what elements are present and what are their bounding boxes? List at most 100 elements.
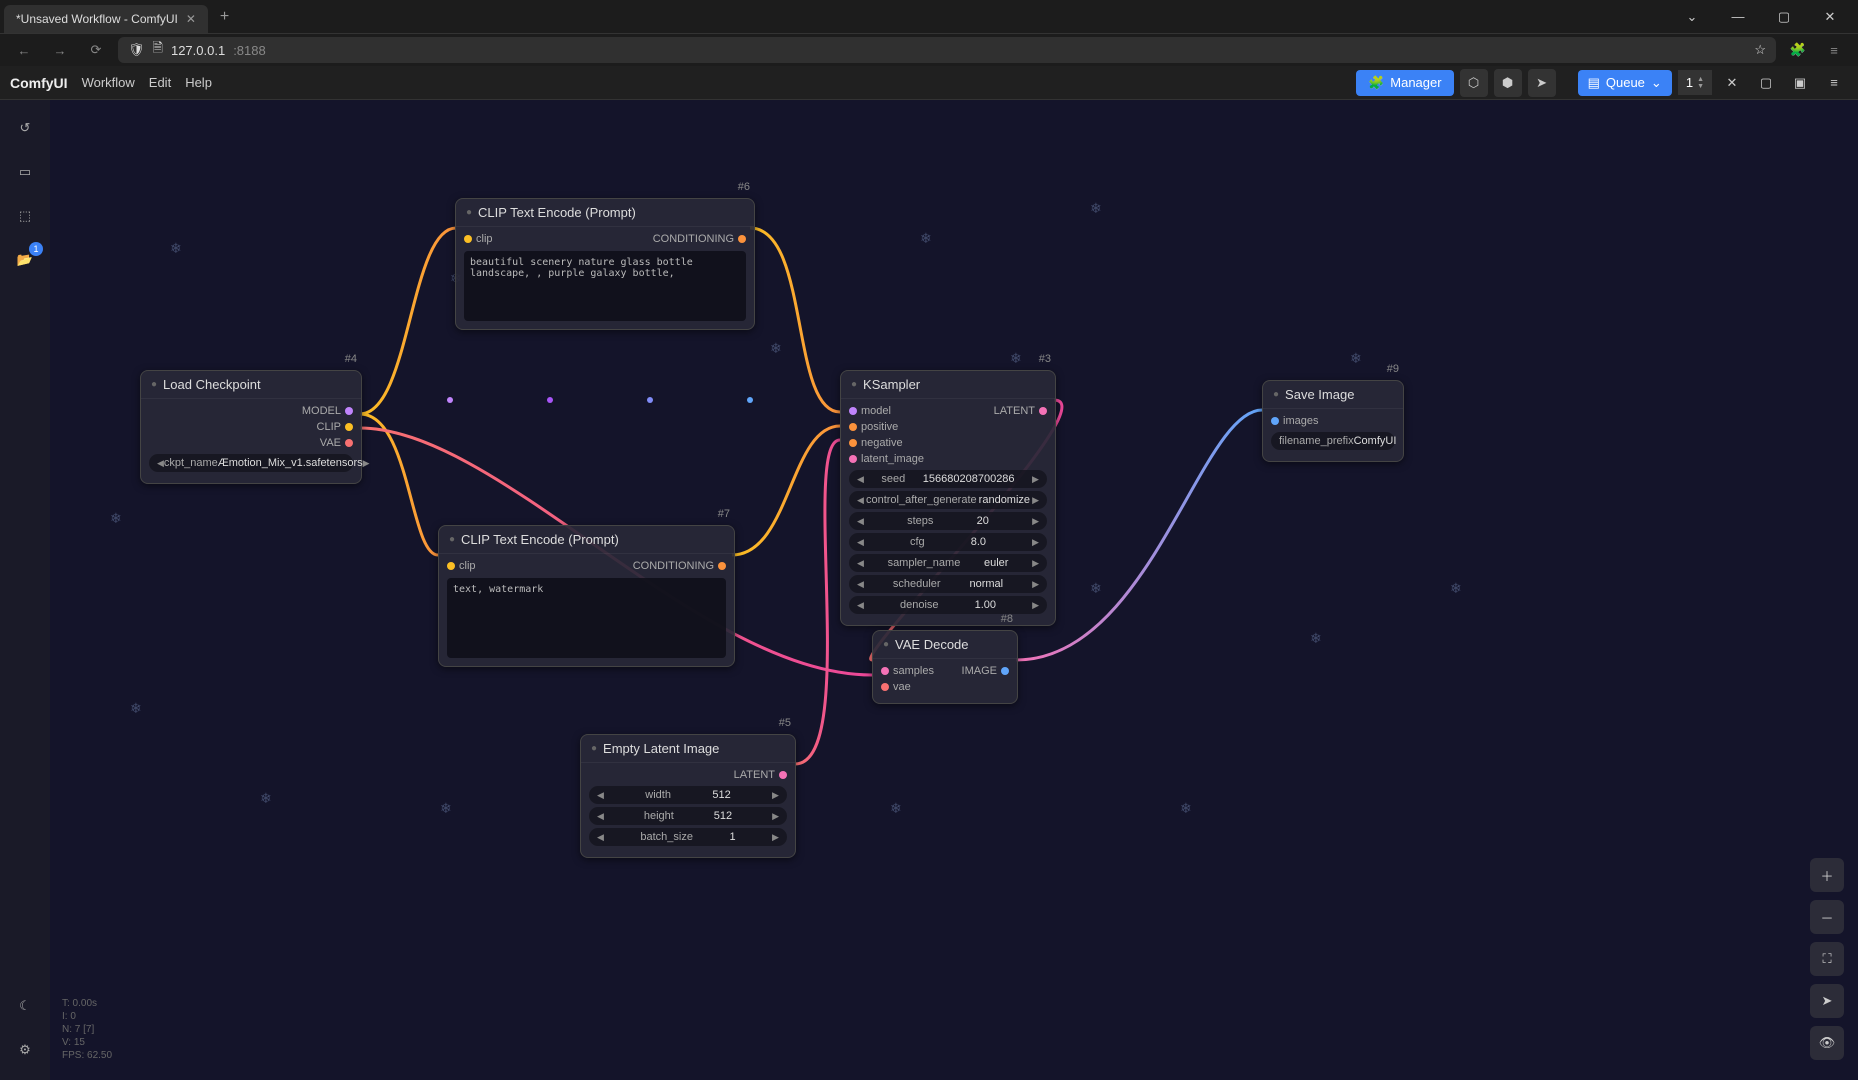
stat-n: N: 7 [7] [62, 1023, 112, 1036]
denoise-widget[interactable]: ◀denoise1.00▶ [849, 596, 1047, 614]
node-header[interactable]: ●KSampler [841, 371, 1055, 399]
stat-v: V: 15 [62, 1036, 112, 1049]
menu-workflow[interactable]: Workflow [82, 75, 135, 90]
node-header[interactable]: ●Save Image [1263, 381, 1403, 409]
zoom-in-button[interactable]: ＋ [1810, 858, 1844, 892]
tab-close-icon[interactable]: ✕ [186, 12, 196, 26]
shield-icon: 🛡 [128, 42, 145, 58]
queue-button[interactable]: ▤ Queue ⌄ [1578, 70, 1672, 96]
width-widget[interactable]: ◀width512▶ [589, 786, 787, 804]
queue-label: Queue [1606, 75, 1645, 90]
spin-down-icon[interactable]: ▼ [1697, 83, 1704, 90]
sampler-name-widget[interactable]: ◀sampler_nameeuler▶ [849, 554, 1047, 572]
node-id: #6 [738, 181, 750, 193]
theme-icon[interactable]: ☾ [13, 994, 37, 1018]
folder-icon[interactable]: 📂1 [13, 248, 37, 272]
node-vae-decode[interactable]: #8 ●VAE Decode samplesIMAGE vae [872, 630, 1018, 704]
node-header[interactable]: ●Empty Latent Image [581, 735, 795, 763]
height-widget[interactable]: ◀height512▶ [589, 807, 787, 825]
eye-icon[interactable]: 👁 [1810, 1026, 1844, 1060]
reload-button[interactable]: ⟳ [82, 36, 110, 64]
url-host: 127.0.0.1 [171, 43, 225, 58]
node-id: #4 [345, 353, 357, 365]
stat-t: T: 0.00s [62, 997, 112, 1010]
queue-count[interactable]: 1 ▲▼ [1678, 70, 1712, 95]
prompt-text-input[interactable]: text, watermark [447, 578, 726, 658]
node-id: #5 [779, 717, 791, 729]
url-bar: ← → ⟳ 🛡 🗎 127.0.0.1 :8188 ☆ 🧩 ≡ [0, 33, 1858, 66]
scheduler-widget[interactable]: ◀schedulernormal▶ [849, 575, 1047, 593]
seed-widget[interactable]: ◀seed156680208700286▶ [849, 470, 1047, 488]
app-menu-icon[interactable]: ≡ [1820, 36, 1848, 64]
new-tab-button[interactable]: + [208, 8, 241, 26]
menu-help[interactable]: Help [185, 75, 212, 90]
canvas-area[interactable]: ↺ ▭ ⬚ 📂1 ☾ ⚙ T: 0.00s I: 0 N: 7 [7] V: 1… [0, 100, 1858, 1080]
tabs-dropdown-icon[interactable]: ⌄ [1672, 0, 1712, 33]
browser-tab[interactable]: *Unsaved Workflow - ComfyUI ✕ [4, 5, 208, 33]
control-after-generate-widget[interactable]: ◀control_after_generaterandomize▶ [849, 491, 1047, 509]
fit-view-button[interactable]: ⛶ [1810, 942, 1844, 976]
share-icon[interactable]: ➤ [1528, 69, 1556, 97]
folder-badge: 1 [29, 242, 43, 256]
left-sidebar: ↺ ▭ ⬚ 📂1 ☾ ⚙ [0, 100, 50, 1080]
app-menu-bar: ComfyUI Workflow Edit Help 🧩 Manager ⬡ ⬢… [0, 66, 1858, 100]
tab-title: *Unsaved Workflow - ComfyUI [16, 12, 178, 26]
node-graph-canvas[interactable]: ❄ ❄ ❄ ❄ ❄ ❄ ❄ ❄ ❄ ❄ ❄ ❄ ❄ ❄ ❄ ❄ [50, 100, 1858, 1080]
spin-up-icon[interactable]: ▲ [1697, 76, 1704, 83]
canvas-controls: ＋ － ⛶ ➤ 👁 [1810, 858, 1844, 1060]
node-header[interactable]: ●CLIP Text Encode (Prompt) [456, 199, 754, 227]
performance-stats: T: 0.00s I: 0 N: 7 [7] V: 15 FPS: 62.50 [62, 997, 112, 1062]
node-id: #8 [1001, 613, 1013, 625]
queue-icon: ▤ [1588, 75, 1600, 91]
ckpt-name-widget[interactable]: ◀ ckpt_name Æmotion_Mix_v1.safetensors ▶ [149, 454, 353, 472]
settings-icon[interactable]: ⚙ [13, 1038, 37, 1062]
locate-button[interactable]: ➤ [1810, 984, 1844, 1018]
back-button[interactable]: ← [10, 36, 38, 64]
cancel-icon[interactable]: ✕ [1718, 69, 1746, 97]
node-load-checkpoint[interactable]: #4 ●Load Checkpoint MODEL CLIP VAE ◀ ckp… [140, 370, 362, 484]
model-search-icon[interactable]: ⬢ [1494, 69, 1522, 97]
menu-edit[interactable]: Edit [149, 75, 171, 90]
node-header[interactable]: ●CLIP Text Encode (Prompt) [439, 526, 734, 554]
node-header[interactable]: ●Load Checkpoint [141, 371, 361, 399]
node-id: #9 [1387, 363, 1399, 375]
steps-widget[interactable]: ◀steps20▶ [849, 512, 1047, 530]
batch-size-widget[interactable]: ◀batch_size1▶ [589, 828, 787, 846]
extensions-icon[interactable]: 🧩 [1784, 36, 1812, 64]
node-clip-text-encode-positive[interactable]: #6 ●CLIP Text Encode (Prompt) clip CONDI… [455, 198, 755, 330]
forward-button[interactable]: → [46, 36, 74, 64]
close-window-button[interactable]: ✕ [1810, 0, 1850, 33]
minimize-button[interactable]: — [1718, 0, 1758, 33]
manager-label: Manager [1390, 75, 1441, 90]
node-clip-text-encode-negative[interactable]: #7 ●CLIP Text Encode (Prompt) clip CONDI… [438, 525, 735, 667]
chevron-down-icon[interactable]: ⌄ [1651, 75, 1662, 91]
panel-left-icon[interactable]: ▢ [1752, 69, 1780, 97]
manager-button[interactable]: 🧩 Manager [1356, 70, 1454, 96]
node-search-icon[interactable]: ⬡ [1460, 69, 1488, 97]
filename-prefix-widget[interactable]: filename_prefixComfyUI [1271, 432, 1395, 450]
cfg-widget[interactable]: ◀cfg8.0▶ [849, 533, 1047, 551]
bookmark-star-icon[interactable]: ☆ [1754, 42, 1766, 58]
node-ksampler[interactable]: #3 ●KSampler modelLATENT positive negati… [840, 370, 1056, 626]
maximize-button[interactable]: ▢ [1764, 0, 1804, 33]
node-header[interactable]: ●VAE Decode [873, 631, 1017, 659]
node-save-image[interactable]: #9 ●Save Image images filename_prefixCom… [1262, 380, 1404, 462]
page-info-icon: 🗎 [153, 39, 163, 61]
browser-titlebar: *Unsaved Workflow - ComfyUI ✕ + ⌄ — ▢ ✕ [0, 0, 1858, 33]
models-icon[interactable]: ⬚ [13, 204, 37, 228]
history-icon[interactable]: ↺ [13, 116, 37, 140]
prompt-text-input[interactable]: beautiful scenery nature glass bottle la… [464, 251, 746, 321]
node-empty-latent-image[interactable]: #5 ●Empty Latent Image LATENT ◀width512▶… [580, 734, 796, 858]
node-id: #3 [1039, 353, 1051, 365]
node-id: #7 [718, 508, 730, 520]
stat-fps: FPS: 62.50 [62, 1049, 112, 1062]
url-port: :8188 [233, 43, 266, 58]
stat-i: I: 0 [62, 1010, 112, 1023]
queue-count-value: 1 [1686, 75, 1693, 90]
zoom-out-button[interactable]: － [1810, 900, 1844, 934]
panel-right-icon[interactable]: ▣ [1786, 69, 1814, 97]
url-field[interactable]: 🛡 🗎 127.0.0.1 :8188 ☆ [118, 37, 1776, 63]
hamburger-icon[interactable]: ≡ [1820, 69, 1848, 97]
puzzle-icon: 🧩 [1368, 75, 1384, 91]
nodes-list-icon[interactable]: ▭ [13, 160, 37, 184]
